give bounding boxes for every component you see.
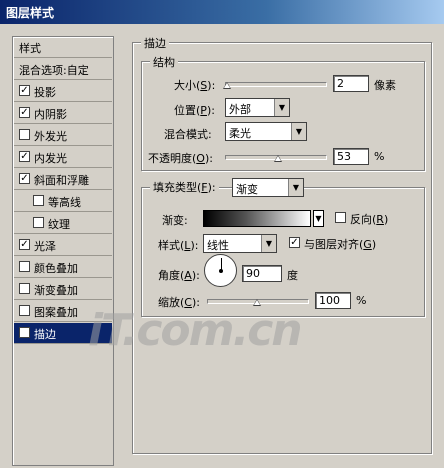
title-bar[interactable]: 图层样式: [0, 0, 444, 24]
style-item-checkbox[interactable]: ✓: [19, 151, 30, 162]
style-item[interactable]: 外发光: [14, 125, 112, 146]
style-item-label: 图案叠加: [34, 306, 78, 319]
style-item-checkbox[interactable]: [33, 195, 44, 206]
style-item[interactable]: ✓ 内发光: [14, 147, 112, 168]
size-label: 大小(S):: [174, 79, 216, 92]
opacity-unit: %: [374, 150, 385, 163]
style-item-label: 描边: [34, 328, 56, 341]
style-item-label: 光泽: [34, 240, 56, 253]
opacity-input[interactable]: 53: [333, 148, 369, 165]
gradient-preview[interactable]: [203, 210, 311, 227]
position-value: 外部: [229, 103, 251, 116]
scale-unit: %: [356, 294, 367, 307]
style-item[interactable]: 等高线: [14, 191, 112, 212]
align-with-layer-checkbox[interactable]: ✓: [289, 237, 300, 248]
style-item-checkbox[interactable]: ✓: [19, 107, 30, 118]
chevron-down-icon[interactable]: ▼: [291, 123, 306, 140]
size-unit: 像素: [374, 79, 396, 92]
blend-mode-value: 柔光: [229, 127, 251, 140]
style-item-label: 纹理: [48, 218, 70, 231]
blend-mode-label: 混合模式:: [164, 128, 212, 141]
blend-options-label: 混合选项:自定: [19, 64, 89, 77]
style-item-label: 投影: [34, 86, 56, 99]
chevron-down-icon[interactable]: ▼: [274, 99, 289, 116]
angle-center: [219, 269, 223, 273]
angle-dial[interactable]: [204, 254, 237, 287]
size-slider[interactable]: [225, 82, 327, 87]
style-item-checkbox[interactable]: [19, 261, 30, 272]
blend-mode-select[interactable]: 柔光 ▼: [225, 122, 307, 141]
angle-label: 角度(A):: [158, 269, 200, 282]
style-item[interactable]: ✓ 斜面和浮雕: [14, 169, 112, 190]
style-item-checkbox[interactable]: [19, 305, 30, 316]
gradient-label: 渐变:: [162, 214, 188, 227]
styles-header-label: 样式: [19, 42, 41, 55]
blend-options-item[interactable]: 混合选项:自定: [14, 59, 112, 80]
size-input[interactable]: 2: [333, 75, 369, 92]
chevron-down-icon[interactable]: ▼: [261, 235, 276, 252]
style-item-label: 内阴影: [34, 108, 67, 121]
style-item-label: 斜面和浮雕: [34, 174, 89, 187]
style-select[interactable]: 线性 ▼: [203, 234, 277, 253]
angle-unit: 度: [287, 269, 298, 282]
align-with-layer-label: 与图层对齐(G): [304, 238, 377, 251]
dialog-title: 图层样式: [6, 6, 55, 20]
style-item-label: 颜色叠加: [34, 262, 78, 275]
reverse-checkbox[interactable]: [335, 212, 346, 223]
opacity-label: 不透明度(O):: [148, 152, 213, 165]
fill-type-label: 填充类型(F):: [150, 179, 219, 195]
style-item-checkbox[interactable]: ✓: [19, 327, 30, 338]
layer-style-dialog: 图层样式 样式 混合选项:自定 ✓ 投影 ✓ 内阴影外发光 ✓ 内发光 ✓ 斜面和浮雕等高线纹…: [0, 0, 444, 468]
style-item-label: 外发光: [34, 130, 67, 143]
stroke-group-title: 描边: [141, 35, 169, 51]
opacity-slider-thumb[interactable]: [274, 155, 282, 162]
chevron-down-icon[interactable]: ▼: [288, 179, 303, 196]
style-item-checkbox[interactable]: [19, 283, 30, 294]
watermark-logo: iT.com.cn: [88, 305, 303, 356]
style-label: 样式(L):: [158, 239, 199, 252]
style-item[interactable]: 颜色叠加: [14, 257, 112, 278]
structure-group-title: 结构: [150, 54, 178, 70]
fill-type-value: 渐变: [236, 183, 258, 196]
style-item[interactable]: ✓ 光泽: [14, 235, 112, 256]
style-item-checkbox[interactable]: ✓: [19, 239, 30, 250]
style-item[interactable]: ✓ 内阴影: [14, 103, 112, 124]
reverse-label: 反向(R): [350, 213, 389, 226]
chevron-down-icon[interactable]: ▼: [313, 210, 324, 227]
stroke-group: 描边 结构 大小(S): 2 像素 位置(P): 外部 ▼ 混合模式: 柔光 ▼…: [132, 35, 432, 454]
fill-type-select[interactable]: 渐变 ▼: [232, 178, 304, 197]
style-item[interactable]: ✓ 投影: [14, 81, 112, 102]
angle-input[interactable]: 90: [242, 265, 282, 282]
style-item-label: 等高线: [48, 196, 81, 209]
styles-header[interactable]: 样式: [14, 37, 112, 58]
position-label: 位置(P):: [174, 104, 215, 117]
style-item-checkbox[interactable]: [19, 129, 30, 140]
styles-list: 样式 混合选项:自定 ✓ 投影 ✓ 内阴影外发光 ✓ 内发光 ✓ 斜面和浮雕等高线纹理 ✓ 光泽颜…: [12, 36, 114, 466]
scale-input[interactable]: 100: [315, 292, 351, 309]
style-item-label: 内发光: [34, 152, 67, 165]
position-select[interactable]: 外部 ▼: [225, 98, 290, 117]
style-item-checkbox[interactable]: [33, 217, 44, 228]
size-slider-thumb[interactable]: [223, 82, 231, 89]
style-value: 线性: [207, 239, 229, 252]
style-item[interactable]: 纹理: [14, 213, 112, 234]
structure-group: 结构 大小(S): 2 像素 位置(P): 外部 ▼ 混合模式: 柔光 ▼ 不透…: [141, 54, 425, 171]
style-item[interactable]: 渐变叠加: [14, 279, 112, 300]
style-item-label: 渐变叠加: [34, 284, 78, 297]
fill-group: 填充类型(F): 渐变 ▼ 渐变: ▼ 反向(R) 样式(L): 线性 ▼ ✓ …: [141, 178, 425, 317]
style-item-checkbox[interactable]: ✓: [19, 85, 30, 96]
style-item-checkbox[interactable]: ✓: [19, 173, 30, 184]
